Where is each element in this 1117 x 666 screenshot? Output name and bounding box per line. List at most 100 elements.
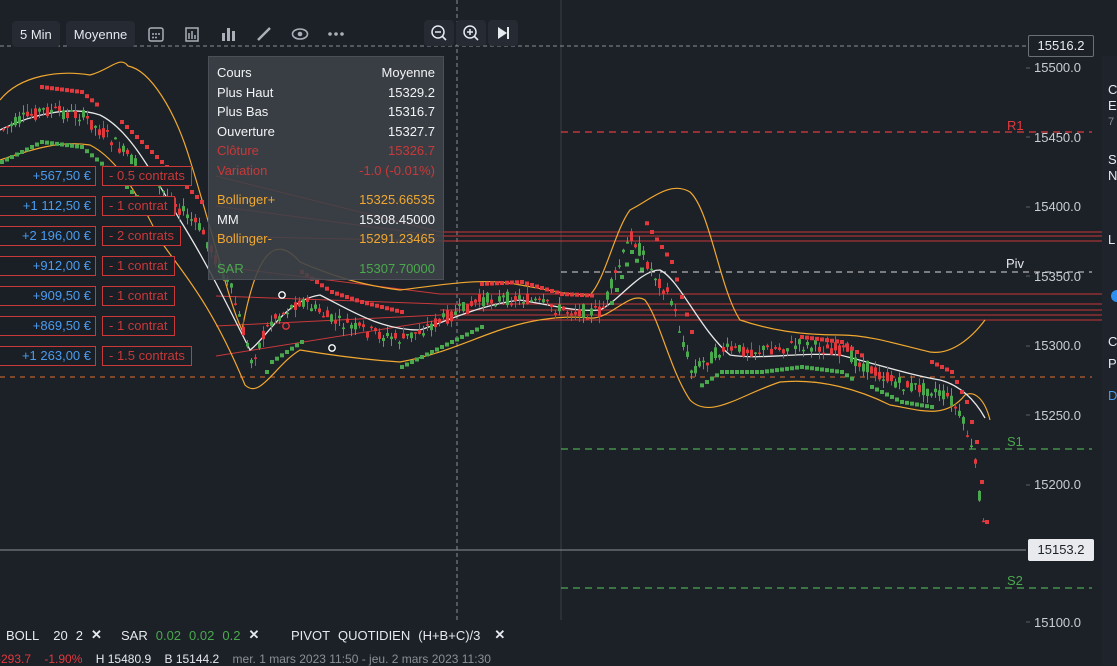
candle-body [54,106,57,109]
more-icon[interactable] [321,21,351,47]
tooltip-value: 15291.23465 [359,231,435,246]
candle-body [426,324,429,326]
candle-body [418,330,421,334]
candle-body [770,348,773,355]
position-row[interactable]: +909,50 € - 1 contrat [0,285,175,307]
position-row[interactable]: +869,50 € - 1 contrat [0,315,175,337]
sar-dot [840,370,844,374]
candle-body [858,362,861,367]
position-row[interactable]: +1 112,50 € - 1 contrat [0,195,175,217]
sar-dot [620,275,624,279]
candle-body [406,333,409,336]
sar-dot [955,380,959,384]
sar-dot [800,365,804,369]
position-row[interactable]: +2 196,00 € - 2 contrats [0,225,182,247]
indicator-param: 0.2 [222,627,241,643]
candle-body [878,371,881,380]
tooltip-row: Variation -1.0 (-0.01%) [217,161,435,181]
sar-dot [900,400,904,404]
candle-body [38,108,41,112]
candle-body [130,154,133,165]
sar-dot [490,281,494,286]
tooltip-key: Variation [217,162,268,178]
sar-dot [685,312,689,317]
zoom-in-icon[interactable] [456,20,486,46]
candle-body [826,344,829,349]
candle-body [838,345,841,357]
sar-dot [870,385,874,389]
candle-body [370,326,373,329]
sar-dot [60,87,64,92]
sar-dot [930,360,934,364]
position-row[interactable]: +1 263,00 € - 1.5 contrats [0,345,192,367]
indicator-pivot[interactable]: PIVOT QUOTIDIEN (H+B+C)/3 ✕ [291,624,505,646]
sar-dot [190,190,194,194]
candle-body [394,332,397,339]
sar-dot [0,160,4,164]
candle-body [874,367,877,376]
sar-dot [915,402,919,407]
sar-dot [945,367,949,372]
tooltip-value: Moyenne [381,65,435,80]
sar-dot [280,353,284,358]
position-pnl: +2 196,00 € [0,226,96,246]
sar-dot [625,262,629,267]
calendar-icon[interactable] [141,21,171,47]
sar-dot [835,339,839,344]
zoom-out-icon[interactable] [424,20,454,46]
view-icon[interactable] [285,21,315,47]
sar-dot [660,245,664,249]
tooltip-header: Cours Moyenne [217,63,435,83]
candle-body [590,308,593,316]
compare-icon[interactable] [177,21,207,47]
candle-body [466,304,469,314]
sar-dot [705,380,709,384]
interval-button[interactable]: 5 Min [12,21,60,47]
position-row[interactable]: +567,50 € - 0.5 contrats [0,165,192,187]
candle-body [70,110,73,112]
candle-body [902,389,905,392]
tooltip-row: Plus Haut 15329.2 [217,83,435,103]
position-qty: - 1 contrat [102,316,175,336]
sar-dot [315,280,319,284]
candle-body [414,332,417,334]
candle-body [754,352,757,354]
candle-body [670,300,673,306]
candle-body [14,117,17,126]
candle-body [2,128,5,131]
indicator-boll[interactable]: BOLL 20 2 ✕ [6,624,102,646]
sar-dot [635,258,639,263]
sar-dot [50,141,54,146]
sar-dot [370,302,374,307]
close-icon[interactable]: ✕ [91,627,102,643]
sar-dot [155,155,159,159]
indicator-sar[interactable]: SAR 0.02 0.02 0.2 ✕ [121,624,259,646]
side-panel-text: N [1108,168,1117,183]
position-row[interactable]: +912,00 € - 1 contrat [0,255,175,277]
sar-dot [720,370,724,374]
draw-icon[interactable] [249,21,279,47]
sar-dot [670,260,674,264]
candle-body [610,279,613,289]
close-icon[interactable]: ✕ [248,627,259,643]
sar-dot [470,330,474,334]
sar-dot [920,403,924,408]
status-change: -293.7 [0,652,32,666]
candle-body [778,347,781,350]
info-icon[interactable] [1111,290,1117,302]
candle-body [94,125,97,128]
tooltip-value: 15329.2 [388,84,435,100]
sar-dot [765,369,769,374]
sar-dot [930,405,934,409]
candle-body [90,120,93,130]
s2-label: S2 [1007,573,1023,588]
go-to-end-icon[interactable] [488,20,518,46]
sar-dot [505,280,509,285]
chart-type-button[interactable]: Moyenne [65,21,136,47]
sar-dot [725,370,729,374]
side-panel-text: C [1108,82,1117,97]
close-icon[interactable]: ✕ [494,627,505,643]
indicators-icon[interactable] [213,21,243,47]
candle-body [6,126,9,128]
sar-dot [95,102,99,107]
